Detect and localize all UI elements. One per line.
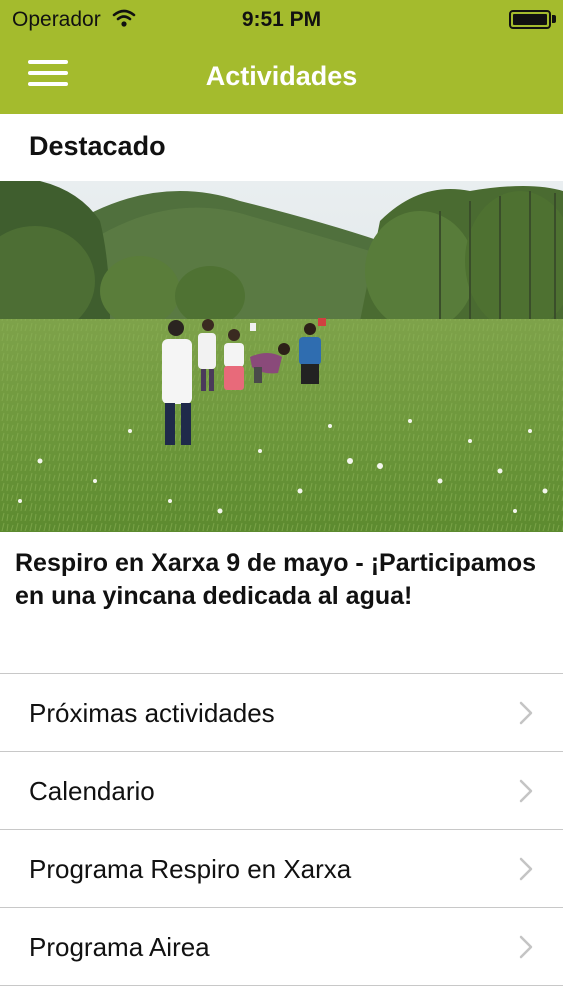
featured-article-title[interactable]: Respiro en Xarxa 9 de mayo - ¡Participam… xyxy=(15,547,545,613)
chevron-right-icon xyxy=(519,779,533,803)
battery-tip xyxy=(552,15,556,23)
featured-image[interactable] xyxy=(0,181,563,532)
menu-item-programa-respiro-en-xarxa[interactable]: Programa Respiro en Xarxa xyxy=(0,830,563,908)
section-title: Destacado xyxy=(29,131,166,161)
battery-icon xyxy=(509,10,551,29)
page-title: Actividades xyxy=(205,61,358,91)
status-time: 9:51 PM xyxy=(241,8,322,31)
status-bar: Operador 9:51 PM xyxy=(0,0,563,40)
navigation-bar: Actividades xyxy=(0,40,563,114)
chevron-right-icon xyxy=(519,857,533,881)
chevron-right-icon xyxy=(519,935,533,959)
menu-item-label: Calendario xyxy=(29,776,155,806)
menu-item-proximas-actividades[interactable]: Próximas actividades xyxy=(0,674,563,752)
menu-item-label: Programa Respiro en Xarxa xyxy=(29,854,352,884)
menu-item-programa-airea[interactable]: Programa Airea xyxy=(0,908,563,986)
menu-item-label: Próximas actividades xyxy=(29,698,275,728)
menu-item-label: Programa Airea xyxy=(29,932,210,962)
menu-item-calendario[interactable]: Calendario xyxy=(0,752,563,830)
activities-menu-list: Próximas actividades Calendario Programa… xyxy=(0,673,563,986)
section-header: Destacado xyxy=(0,114,563,181)
battery-level xyxy=(513,14,547,25)
chevron-right-icon xyxy=(519,701,533,725)
